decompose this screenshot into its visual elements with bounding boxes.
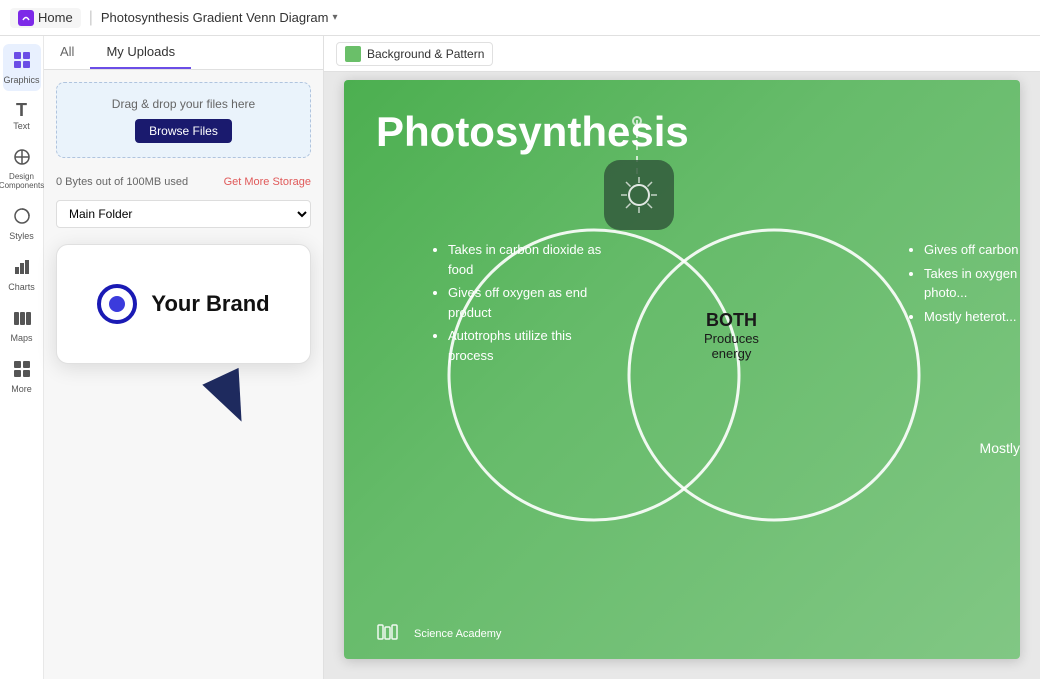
left-item-1: Takes in carbon dioxide as food: [448, 240, 604, 279]
panel-tabs: All My Uploads: [44, 36, 323, 70]
tab-my-uploads[interactable]: My Uploads: [90, 36, 191, 69]
left-venn-text: Takes in carbon dioxide as food Gives of…: [434, 240, 604, 369]
brand-card-container: Your Brand: [56, 244, 311, 364]
sidebar-item-graphics[interactable]: Graphics: [3, 44, 41, 91]
brand-logo: [97, 284, 137, 324]
charts-icon: [12, 257, 32, 280]
beakers-icon: [376, 623, 406, 645]
bg-pattern-badge[interactable]: Background & Pattern: [336, 42, 493, 66]
storage-used: 0 Bytes out of 100MB used: [56, 176, 188, 188]
brand-name: Your Brand: [151, 291, 269, 317]
bg-pattern-label: Background & Pattern: [367, 47, 484, 61]
text-label: Text: [13, 121, 30, 131]
right-item-3: Mostly heterot...: [924, 307, 1020, 327]
both-subtitle: Producesenergy: [704, 331, 759, 361]
design-label: Design Components: [0, 172, 44, 190]
home-button[interactable]: Home: [10, 8, 81, 28]
sidebar-item-charts[interactable]: Charts: [3, 251, 41, 298]
folder-select-row: Main Folder: [44, 194, 323, 234]
venn-container: Takes in carbon dioxide as food Gives of…: [404, 170, 1020, 659]
top-bar: Home | Photosynthesis Gradient Venn Diag…: [0, 0, 1040, 36]
right-item-1: Gives off carbon dioxide: [924, 240, 1020, 260]
sidebar-item-design[interactable]: Design Components: [3, 141, 41, 196]
browse-files-button[interactable]: Browse Files: [135, 119, 232, 143]
bg-color-swatch: [345, 46, 361, 62]
cursor-arrow: [202, 368, 259, 430]
more-icon: [12, 359, 32, 382]
graphics-label: Graphics: [4, 75, 40, 85]
upload-drag-text: Drag & drop your files here: [71, 97, 296, 111]
design-icon: [12, 147, 32, 170]
right-item-2: Takes in oxygen by photo...: [924, 264, 1020, 303]
get-storage-link[interactable]: Get More Storage: [224, 176, 311, 188]
sidebar-item-more[interactable]: More: [3, 353, 41, 400]
left-item-2: Gives off oxygen as end product: [448, 283, 604, 322]
brand-card: Your Brand: [56, 244, 311, 364]
slide-title: Photosynthesis: [376, 108, 689, 156]
brand-logo-inner: [109, 296, 125, 312]
charts-label: Charts: [8, 282, 35, 292]
main-layout: Graphics T Text Design Components Styles…: [0, 36, 1040, 679]
styles-label: Styles: [9, 231, 34, 241]
slide-canvas: Photosynthesis: [344, 80, 1020, 659]
right-venn-text: Gives off carbon dioxide Takes in oxygen…: [910, 240, 1020, 330]
upload-zone: Drag & drop your files here Browse Files: [56, 82, 311, 158]
both-label: BOTH Producesenergy: [704, 310, 759, 361]
home-label: Home: [38, 10, 73, 25]
styles-icon: [12, 206, 32, 229]
storage-info: 0 Bytes out of 100MB used Get More Stora…: [44, 170, 323, 194]
text-icon: T: [16, 101, 27, 119]
left-item-3: Autotrophs utilize this process: [448, 326, 604, 365]
document-title: Photosynthesis Gradient Venn Diagram ▾: [101, 10, 338, 25]
mostly-text: Mostly: [980, 440, 1020, 456]
canvas-top-bar: Background & Pattern: [324, 36, 1040, 72]
title-chevron[interactable]: ▾: [332, 12, 337, 23]
both-title: BOTH: [704, 310, 759, 331]
canvas-area: Background & Pattern Photosynthesis: [324, 36, 1040, 679]
folder-select[interactable]: Main Folder: [56, 200, 311, 228]
sidebar-item-styles[interactable]: Styles: [3, 200, 41, 247]
maps-icon: [12, 308, 32, 331]
graphics-icon: [12, 50, 32, 73]
sidebar-item-maps[interactable]: Maps: [3, 302, 41, 349]
canva-icon: [18, 10, 34, 26]
more-label: More: [11, 384, 32, 394]
tab-all[interactable]: All: [44, 36, 90, 69]
science-academy-label: Science Academy: [414, 628, 501, 640]
maps-label: Maps: [10, 333, 32, 343]
left-panel: All My Uploads Drag & drop your files he…: [44, 36, 324, 679]
science-footer: Science Academy: [376, 623, 501, 645]
sidebar-item-text[interactable]: T Text: [3, 95, 41, 137]
sidebar-icons: Graphics T Text Design Components Styles…: [0, 36, 44, 679]
